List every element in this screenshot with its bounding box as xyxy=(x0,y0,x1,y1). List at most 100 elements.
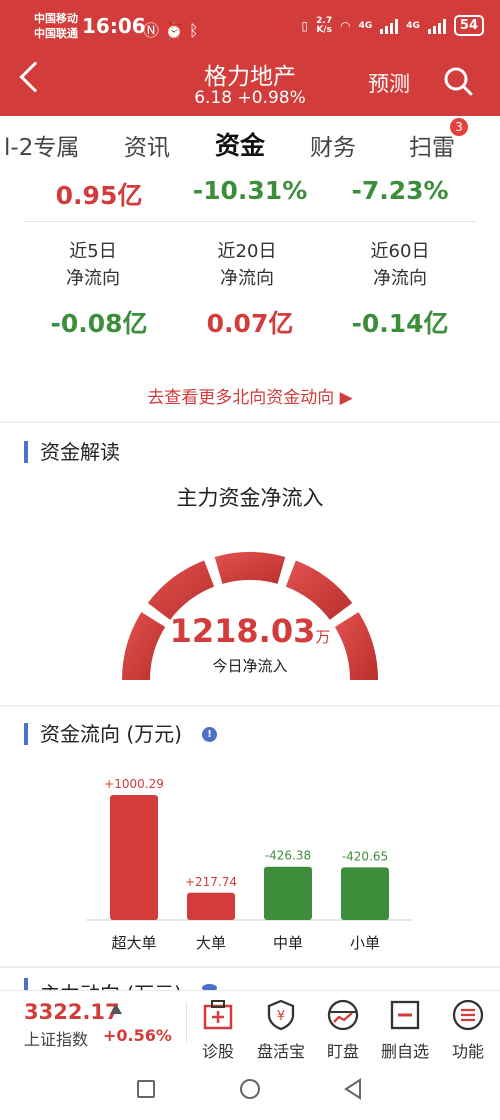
divider xyxy=(24,221,476,222)
flow-5d-label-line2: 净流向 xyxy=(66,268,120,289)
chart-value-label: +217.74 xyxy=(185,875,237,889)
status-bar: 中国移动 中国联通 16:06 Ⓝ⏰ᛒ ▯ 2.7 K/s ◠ 4G 4G 54 xyxy=(0,0,500,54)
toolbar-remove-watchlist-button[interactable]: 删自选 xyxy=(373,998,437,1062)
tab-bar: l-2专属 资讯 资金 财务 扫雷 xyxy=(0,116,500,170)
chart-value-label: +1000.29 xyxy=(104,777,164,791)
chart-bar xyxy=(110,795,158,920)
flow-20d-label-line2: 净流向 xyxy=(220,268,274,289)
toolbar-remove-watchlist-label: 删自选 xyxy=(380,1042,429,1061)
net-speed-unit: K/s xyxy=(316,24,332,35)
medical-box-icon xyxy=(203,1000,233,1030)
gauge-segment xyxy=(285,560,353,620)
flow-5d-label: 近5日 净流向 xyxy=(18,238,168,292)
screen: 中国移动 中国联通 16:06 Ⓝ⏰ᛒ ▯ 2.7 K/s ◠ 4G 4G 54 xyxy=(0,0,500,1120)
back-icon[interactable] xyxy=(19,61,51,93)
index-up-arrow-icon xyxy=(110,1004,122,1014)
tab-funds[interactable]: 资金 xyxy=(215,126,265,162)
wifi-icon: ◠ xyxy=(340,18,351,33)
toolbar-diagnose-button[interactable]: 诊股 xyxy=(186,998,250,1062)
flow-top-value-3: -7.23% xyxy=(351,176,449,205)
chart-value-label: -420.65 xyxy=(342,849,388,863)
tab-finance[interactable]: 财务 xyxy=(310,128,356,162)
vibrate-icon: ▯ xyxy=(301,18,309,33)
gauge-title: 主力资金净流入 xyxy=(176,486,324,510)
toolbar-watch-button[interactable]: 盯盘 xyxy=(311,998,375,1062)
status-time: 16:06 xyxy=(82,14,146,38)
gauge-segment xyxy=(147,560,215,620)
carrier-2: 中国联通 xyxy=(34,27,78,40)
flow-60d-value: -0.14亿 xyxy=(351,309,449,338)
flow-20d-label-line1: 近20日 xyxy=(217,241,277,262)
chart-bar xyxy=(264,866,312,920)
gauge-value-number: 1218.03 xyxy=(169,612,316,650)
toolbar-panhuobao-label: 盘活宝 xyxy=(256,1042,305,1061)
carrier-1: 中国移动 xyxy=(34,12,78,25)
flow-60d-label-line1: 近60日 xyxy=(370,241,430,262)
section-separator xyxy=(0,421,500,423)
index-name[interactable]: 上证指数 xyxy=(24,1026,88,1050)
signal-1-label: 4G xyxy=(358,20,373,31)
risk-count-badge: 3 xyxy=(450,118,468,136)
gauge-value: 1218.03万 xyxy=(100,612,400,650)
nav-back-icon[interactable] xyxy=(343,1078,363,1100)
app-header: 中国移动 中国联通 16:06 Ⓝ⏰ᛒ ▯ 2.7 K/s ◠ 4G 4G 54 xyxy=(0,0,500,116)
section-separator xyxy=(0,705,500,707)
recent-apps-icon[interactable] xyxy=(137,1080,155,1098)
section-separator xyxy=(0,966,500,968)
flow-top-value-2: -10.31% xyxy=(192,176,308,205)
section-title-fund-flow: 资金流向 (万元) xyxy=(24,723,182,745)
flow-20d-value: 0.07亿 xyxy=(206,309,294,338)
gauge-value-unit: 万 xyxy=(315,628,331,646)
toolbar-diagnose-label: 诊股 xyxy=(201,1042,234,1061)
shield-yen-icon: ¥ xyxy=(267,999,295,1031)
stock-price-change: 6.18 +0.98% xyxy=(194,88,306,108)
net-speed: 2.7 K/s xyxy=(316,16,332,35)
status-system-icons: ▯ 2.7 K/s ◠ 4G 4G 54 xyxy=(302,15,484,36)
svg-text:¥: ¥ xyxy=(277,1009,285,1024)
chart-circle-icon xyxy=(327,999,359,1031)
stock-title: 格力地产 xyxy=(204,64,296,90)
home-icon[interactable] xyxy=(240,1079,260,1099)
flow-top-value-1: 0.95亿 xyxy=(55,181,143,210)
flow-5d-value: -0.08亿 xyxy=(50,309,148,338)
nfc-icon: Ⓝ xyxy=(143,21,165,40)
carrier-info: 中国移动 中国联通 xyxy=(34,11,78,41)
chart-category-label: 大单 xyxy=(196,934,226,952)
fund-flow-bar-chart: +1000.29 超大单 +217.74 大单 -426.38 中单 -420.65 小单 xyxy=(86,777,412,952)
alarm-icon: ⏰ xyxy=(164,21,189,40)
tab-risk[interactable]: 扫雷 xyxy=(409,128,455,162)
signal-2-icon xyxy=(427,18,446,34)
gauge-segment xyxy=(214,552,286,584)
chart-value-label: -426.38 xyxy=(265,849,311,863)
minus-box-icon xyxy=(390,1000,420,1030)
menu-circle-icon xyxy=(452,999,484,1031)
section-title-fund-analysis: 资金解读 xyxy=(24,441,120,463)
signal-2-label: 4G xyxy=(406,20,420,31)
gauge-subtitle: 今日净流入 xyxy=(212,657,288,675)
chart-category-label: 中单 xyxy=(273,934,303,952)
toolbar-functions-button[interactable]: 功能 xyxy=(436,998,500,1062)
tab-news[interactable]: 资讯 xyxy=(124,128,170,162)
northbound-link[interactable]: 去查看更多北向资金动向 ▶ xyxy=(0,383,500,408)
info-icon[interactable]: ! xyxy=(202,727,217,742)
toolbar-functions-label: 功能 xyxy=(451,1042,484,1061)
predict-button[interactable]: 预测 xyxy=(368,68,410,98)
signal-1-icon xyxy=(380,18,399,34)
tab-l2[interactable]: l-2专属 xyxy=(4,128,79,162)
bluetooth-icon: ᛒ xyxy=(188,21,204,40)
battery-icon: 54 xyxy=(453,15,484,36)
toolbar-watch-label: 盯盘 xyxy=(326,1042,359,1061)
index-value[interactable]: 3322.17 xyxy=(24,1000,120,1024)
flow-60d-label-line2: 净流向 xyxy=(373,268,427,289)
index-change[interactable]: +0.56% xyxy=(103,1026,172,1045)
toolbar-panhuobao-button[interactable]: ¥ 盘活宝 xyxy=(249,998,313,1062)
chart-bar xyxy=(341,867,389,920)
status-notification-icons: Ⓝ⏰ᛒ xyxy=(143,17,204,41)
flow-60d-label: 近60日 净流向 xyxy=(325,238,475,292)
chart-category-label: 小单 xyxy=(350,934,380,952)
flow-20d-label: 近20日 净流向 xyxy=(172,238,322,292)
chart-category-label: 超大单 xyxy=(111,934,156,952)
search-icon[interactable] xyxy=(443,66,473,96)
flow-5d-label-line1: 近5日 xyxy=(69,241,117,262)
chart-bar xyxy=(187,892,235,920)
